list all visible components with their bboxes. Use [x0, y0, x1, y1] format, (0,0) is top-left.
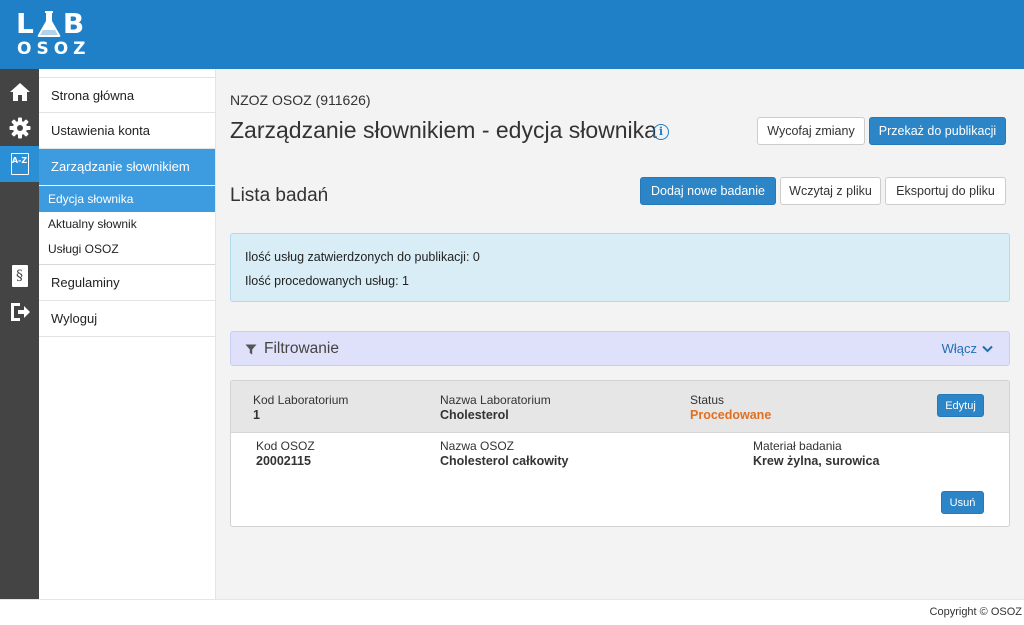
- edit-button[interactable]: Edytuj: [937, 394, 984, 417]
- icon-rail: A-Z §: [0, 69, 39, 599]
- export-to-file-button[interactable]: Eksportuj do pliku: [885, 177, 1006, 205]
- revert-changes-button[interactable]: Wycofaj zmiany: [757, 117, 865, 145]
- osoz-name-value: Cholesterol całkowity: [440, 454, 569, 468]
- sidebar-subitem-osoz-services[interactable]: Usługi OSOZ: [39, 237, 215, 262]
- section-symbol: §: [16, 268, 23, 284]
- sidebar-item-home[interactable]: Strona główna: [39, 77, 215, 113]
- regulations-section-icon[interactable]: §: [0, 258, 39, 294]
- osoz-code-label: Kod OSOZ: [256, 439, 315, 453]
- delete-button[interactable]: Usuń: [941, 491, 984, 514]
- sidebar-subitem-edit-dictionary[interactable]: Edycja słownika: [39, 186, 215, 212]
- logo-bottom-text: OSOZ: [17, 39, 91, 59]
- add-new-test-button[interactable]: Dodaj nowe badanie: [640, 177, 776, 205]
- chevron-down-icon: [982, 345, 993, 352]
- sidebar-item-logout[interactable]: Wyloguj: [39, 301, 215, 337]
- summary-alert: Ilość usług zatwierdzonych do publikacji…: [230, 233, 1010, 302]
- status-label: Status: [690, 393, 725, 407]
- material-label: Materiał badania: [753, 439, 842, 453]
- top-header-bar: L B OSOZ: [0, 0, 1024, 69]
- logo-letter-b: B: [62, 7, 86, 40]
- lab-code-value: 1: [253, 408, 260, 422]
- load-from-file-button[interactable]: Wczytaj z pliku: [780, 177, 881, 205]
- publish-button[interactable]: Przekaż do publikacji: [869, 117, 1006, 145]
- organization-name: NZOZ OSOZ (911626): [230, 92, 371, 108]
- sidebar-item-account-settings[interactable]: Ustawienia konta: [39, 113, 215, 149]
- filter-toggle-label: Włącz: [941, 341, 977, 356]
- processed-count-text: Ilość procedowanych usług: 1: [245, 274, 409, 288]
- sidebar: Strona główna Ustawienia konta Zarządzan…: [39, 69, 216, 599]
- dictionary-az-icon[interactable]: A-Z: [0, 146, 39, 182]
- lab-code-label: Kod Laboratorium: [253, 393, 349, 407]
- lab-name-value: Cholesterol: [440, 408, 509, 422]
- sidebar-item-dictionary-management[interactable]: Zarządzanie słownikiem: [39, 149, 215, 185]
- logo-top-row: L B: [16, 10, 100, 38]
- main-content: NZOZ OSOZ (911626) Zarządzanie słownikie…: [216, 69, 1024, 599]
- filter-label: Filtrowanie: [264, 340, 339, 357]
- approved-count-text: Ilość usług zatwierdzonych do publikacji…: [245, 250, 480, 264]
- status-value: Procedowane: [690, 408, 772, 422]
- footer: Copyright © OSOZ: [0, 599, 1024, 625]
- filter-funnel-icon: [245, 344, 257, 355]
- copyright-text: Copyright © OSOZ: [929, 606, 1022, 618]
- home-icon[interactable]: [0, 74, 39, 110]
- dictionary-submenu: Edycja słownika Aktualny słownik Usługi …: [39, 186, 215, 265]
- list-title: Lista badań: [230, 185, 329, 206]
- lab-name-label: Nazwa Laboratorium: [440, 393, 551, 407]
- az-icon-label: A-Z: [11, 156, 28, 165]
- test-record-header: Kod Laboratorium 1 Nazwa Laboratorium Ch…: [231, 381, 1009, 433]
- lab-osoz-logo[interactable]: L B OSOZ: [16, 10, 100, 60]
- logout-icon[interactable]: [0, 294, 39, 330]
- osoz-code-value: 20002115: [256, 454, 311, 468]
- filter-panel[interactable]: Filtrowanie Włącz: [230, 331, 1010, 366]
- sidebar-item-regulations[interactable]: Regulaminy: [39, 265, 215, 301]
- filter-toggle-button[interactable]: Włącz: [942, 341, 993, 356]
- material-value: Krew żylna, surowica: [753, 454, 880, 468]
- logo-letter-l: L: [16, 7, 35, 40]
- gear-icon[interactable]: [0, 110, 39, 146]
- flask-icon: [37, 11, 61, 37]
- test-record-card: Kod Laboratorium 1 Nazwa Laboratorium Ch…: [230, 380, 1010, 527]
- osoz-name-label: Nazwa OSOZ: [440, 439, 515, 453]
- page-title: Zarządzanie słownikiem - edycja słownika: [230, 117, 657, 143]
- info-icon[interactable]: i: [653, 124, 669, 140]
- sidebar-subitem-current-dictionary[interactable]: Aktualny słownik: [39, 212, 215, 237]
